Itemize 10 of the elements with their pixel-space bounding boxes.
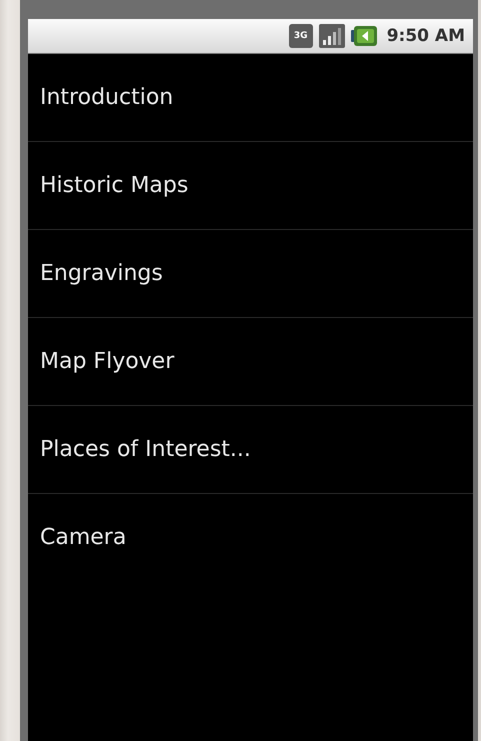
menu-item[interactable]: Places of Interest...	[28, 406, 473, 493]
menu-item[interactable]: Historic Maps	[28, 142, 473, 229]
network-badge: 3G	[288, 24, 313, 48]
menu-item[interactable]: Engravings	[28, 230, 473, 317]
battery-icon	[350, 25, 377, 47]
menu-item[interactable]: Map Flyover	[28, 318, 473, 405]
signal-icon	[318, 24, 345, 48]
clock-time: 9:50 AM	[386, 26, 465, 46]
menu-item[interactable]: Introduction	[28, 54, 473, 141]
menu-item[interactable]: Camera	[28, 494, 473, 581]
